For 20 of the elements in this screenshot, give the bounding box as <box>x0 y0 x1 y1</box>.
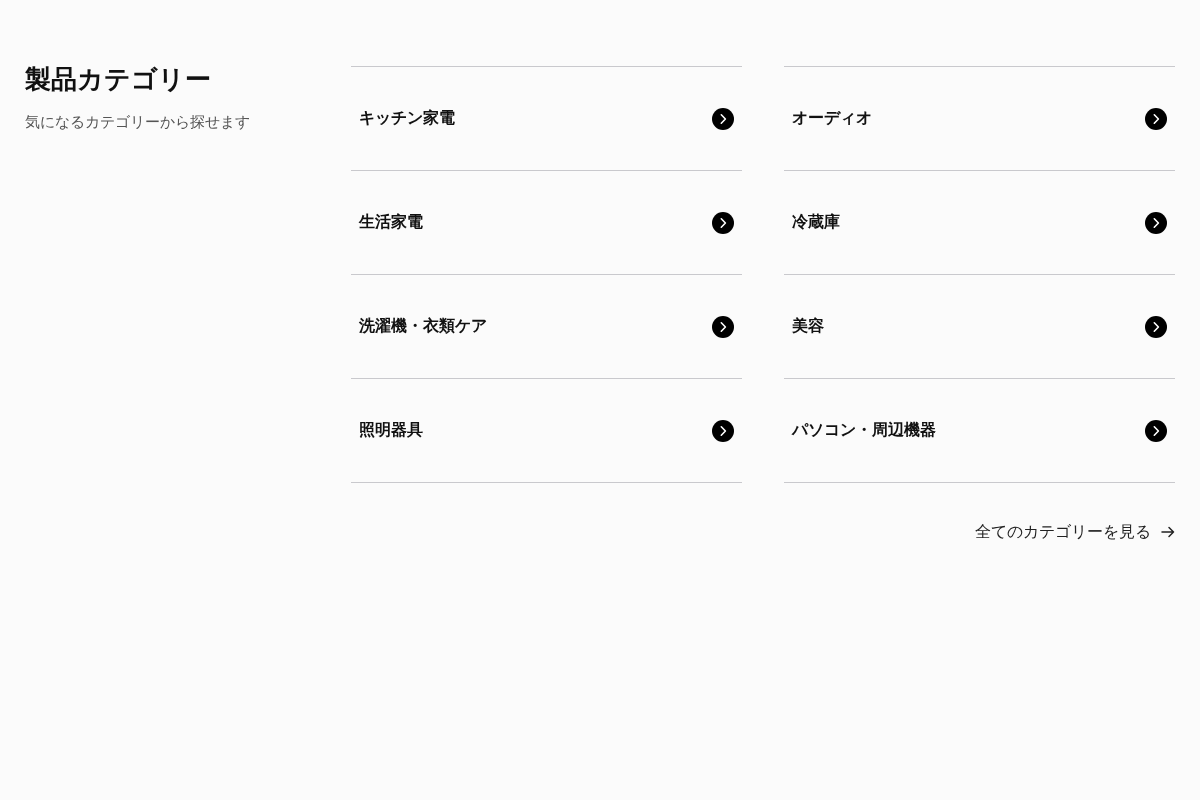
chevron-right-icon <box>712 107 734 130</box>
category-link[interactable]: 生活家電 <box>351 171 742 275</box>
category-link[interactable]: 洗濯機・衣類ケア <box>351 275 742 379</box>
category-link[interactable]: 冷蔵庫 <box>784 171 1175 275</box>
chevron-right-icon <box>1145 211 1167 234</box>
chevron-right-icon <box>712 315 734 338</box>
arrow-right-icon <box>1161 526 1175 538</box>
chevron-right-icon <box>712 211 734 234</box>
category-link[interactable]: オーディオ <box>784 66 1175 171</box>
chevron-right-icon <box>1145 107 1167 130</box>
category-link[interactable]: パソコン・周辺機器 <box>784 379 1175 483</box>
chevron-right-icon <box>712 419 734 442</box>
chevron-right-icon <box>1145 315 1167 338</box>
section-title: 製品カテゴリー <box>25 66 212 92</box>
section-subtitle: 気になるカテゴリーから探せます <box>25 113 251 132</box>
category-link[interactable]: 美容 <box>784 275 1175 379</box>
category-link[interactable]: 照明器具 <box>351 379 742 483</box>
category-link[interactable]: キッチン家電 <box>351 66 742 171</box>
view-all-link[interactable]: 全てのカテゴリーを見る <box>975 520 1175 544</box>
chevron-right-icon <box>1145 419 1167 442</box>
